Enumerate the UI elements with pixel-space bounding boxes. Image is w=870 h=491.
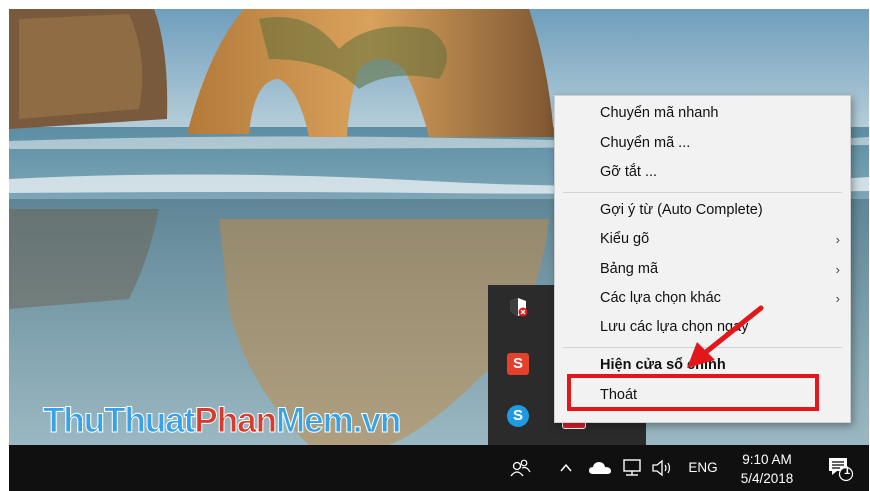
chevron-right-icon: › xyxy=(835,262,840,277)
chevron-right-icon: › xyxy=(835,291,840,306)
site-watermark: ThuThuatPhanMem.vn xyxy=(42,401,401,441)
windows-defender-icon[interactable] xyxy=(507,296,529,318)
action-center-notification-icon[interactable]: 1 xyxy=(823,445,857,491)
sumatra-app-icon[interactable]: S xyxy=(507,353,529,375)
volume-icon[interactable] xyxy=(650,445,676,491)
clock[interactable]: 9:10 AM 5/4/2018 xyxy=(731,450,803,488)
windows-taskbar: ENG 9:10 AM 5/4/2018 1 xyxy=(9,445,869,491)
annotation-arrow-icon xyxy=(687,305,764,368)
desktop-screenshot: ThuThuatPhanMem.vn S S V Chuyển mã nhanh… xyxy=(9,9,869,491)
menu-item-shortcuts[interactable]: Gỡ tắt ... xyxy=(555,158,850,187)
clock-date: 5/4/2018 xyxy=(740,471,794,486)
notification-count-badge: 1 xyxy=(843,465,851,477)
language-indicator[interactable]: ENG xyxy=(685,445,721,491)
menu-item-auto-complete[interactable]: Gợi ý từ (Auto Complete) xyxy=(555,196,850,225)
menu-item-charset[interactable]: Bảng mã › xyxy=(555,255,850,284)
onedrive-cloud-icon[interactable] xyxy=(586,445,614,491)
chevron-right-icon: › xyxy=(835,232,840,247)
menu-item-quick-convert[interactable]: Chuyển mã nhanh xyxy=(555,99,850,128)
network-icon[interactable] xyxy=(619,445,645,491)
show-hidden-icons-chevron-up-icon[interactable] xyxy=(555,445,577,491)
menu-separator xyxy=(563,192,842,193)
people-icon[interactable] xyxy=(505,445,535,491)
exit-highlight-box xyxy=(567,374,819,411)
menu-item-convert[interactable]: Chuyển mã ... xyxy=(555,129,850,158)
menu-item-input-method[interactable]: Kiểu gõ › xyxy=(555,225,850,254)
clock-time: 9:10 AM xyxy=(742,452,792,467)
skype-icon[interactable]: S xyxy=(507,405,529,427)
